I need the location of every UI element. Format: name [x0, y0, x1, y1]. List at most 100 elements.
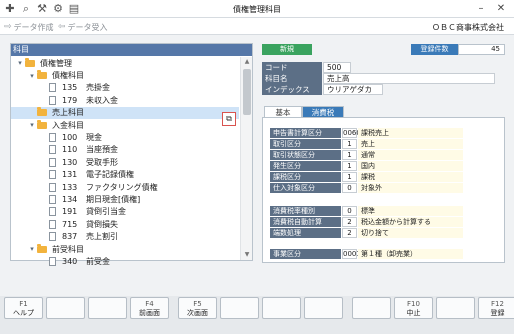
setting-code-field[interactable]: 1	[342, 161, 357, 171]
tree-item-code: 133	[62, 182, 78, 192]
tree-item-code: 130	[62, 157, 78, 167]
tab-basic[interactable]: 基本	[264, 106, 302, 117]
document-icon	[49, 170, 56, 180]
fkey-blank-button[interactable]	[220, 297, 259, 319]
tree-item-label: 売上科目	[52, 108, 84, 118]
close-icon[interactable]: ✕	[494, 2, 508, 16]
tree-header: 科目	[11, 44, 252, 56]
tree-item-label: 売掛金	[86, 83, 110, 93]
setting-label: 取引区分	[270, 139, 341, 149]
chevron-down-icon[interactable]: ▾	[27, 245, 37, 253]
setting-value: 課税	[358, 172, 463, 182]
fkey-label: ヘルプ	[13, 309, 34, 317]
tree-item[interactable]: 135 売掛金	[11, 82, 239, 94]
copy-icon[interactable]: ⧉	[222, 112, 236, 126]
tree-item[interactable]: 110 当座預金	[11, 144, 239, 156]
tree-item-code: 100	[62, 133, 78, 143]
setting-value: 標準	[358, 206, 463, 216]
tree-item[interactable]: 715 貸倒損失	[11, 218, 239, 230]
setting-code-field[interactable]: 0	[342, 183, 357, 193]
setting-label: 事業区分	[270, 249, 341, 259]
setting-value: 売上	[358, 139, 463, 149]
data-create-label: データ作成	[13, 22, 54, 32]
tree-folder[interactable]: ▾ 入金科目	[11, 119, 239, 131]
fkey-label: 登録	[490, 309, 505, 317]
company-name: ＯＢＣ商事株式会社	[432, 23, 504, 32]
tree-item-label: 未収入金	[86, 95, 118, 105]
data-create-button[interactable]: ⇨ データ作成	[4, 21, 54, 33]
tree-item-label: 前受金	[86, 256, 110, 266]
tree-folder[interactable]: 売上科目	[11, 106, 239, 119]
tree-item-code: 134	[62, 194, 78, 204]
title-bar: ✚ ⌕ ⚒ ⚙ ▤ 債権管理科目 – ✕	[0, 0, 514, 18]
tree-folder[interactable]: ▾ 債権管理	[11, 57, 239, 69]
tree-item[interactable]: 130 受取手形	[11, 156, 239, 168]
folder-icon	[25, 57, 35, 67]
data-import-label: データ受入	[67, 22, 108, 32]
tree-item[interactable]: 191 貸倒引当金	[11, 206, 239, 218]
setting-label: 発生区分	[270, 161, 341, 171]
fkey-blank-button[interactable]	[436, 297, 475, 319]
tree-item-code: 715	[62, 219, 78, 229]
import-icon: ⇦	[58, 22, 66, 32]
index-field[interactable]: ウリアゲダカ	[323, 84, 383, 95]
tree-folder[interactable]: ▾ 債権科目	[11, 69, 239, 81]
scroll-down-icon[interactable]: ▼	[243, 251, 251, 258]
setting-code-field[interactable]: 1	[342, 139, 357, 149]
chevron-down-icon[interactable]: ▾	[27, 121, 37, 129]
fkey-blank-button[interactable]	[88, 297, 127, 319]
fkey-f5-button[interactable]: F5 次画面	[178, 297, 217, 319]
data-import-button[interactable]: ⇦ データ受入	[58, 21, 108, 33]
code-field[interactable]: 500	[323, 62, 351, 73]
fkey-f10-button[interactable]: F10 中止	[394, 297, 433, 319]
tree-item-code: 135	[62, 83, 78, 93]
count-value: 45	[458, 44, 505, 55]
setting-code-field[interactable]: 2	[342, 228, 357, 238]
name-field[interactable]: 売上高	[323, 73, 495, 84]
setting-code-field[interactable]: 1	[342, 150, 357, 160]
fkey-blank-button[interactable]	[304, 297, 343, 319]
tree-item-label: 前受科目	[52, 244, 84, 254]
status-badge: 新規	[262, 44, 312, 55]
name-label: 科目名	[262, 73, 322, 84]
tab-tax[interactable]: 消費税	[302, 106, 344, 117]
setting-code-field[interactable]: 0060	[342, 128, 361, 138]
chevron-down-icon[interactable]: ▾	[15, 59, 25, 67]
tree-item[interactable]: 100 現金	[11, 131, 239, 143]
scroll-thumb[interactable]	[243, 69, 251, 115]
tree-item[interactable]: 340 前受金	[11, 255, 239, 267]
setting-label: 課税区分	[270, 172, 341, 182]
folder-icon	[37, 70, 47, 80]
tree-item[interactable]: 133 ファクタリング債権	[11, 181, 239, 193]
tree-item[interactable]: 179 未収入金	[11, 94, 239, 106]
fkey-number: F12	[491, 300, 504, 308]
chevron-down-icon[interactable]: ▾	[27, 72, 37, 80]
fkey-blank-button[interactable]	[262, 297, 301, 319]
scroll-up-icon[interactable]: ▲	[243, 58, 251, 65]
tree-item[interactable]: 131 電子記録債権	[11, 169, 239, 181]
tree-folder[interactable]: ▾ 前受科目	[11, 243, 239, 255]
setting-code-field[interactable]: 2	[342, 217, 357, 227]
document-icon	[49, 145, 56, 155]
tree-item-label: 貸倒引当金	[86, 207, 126, 217]
fkey-f12-button[interactable]: F12 登録	[478, 297, 514, 319]
action-bar: ⇨ データ作成 ⇦ データ受入 ＯＢＣ商事株式会社	[0, 18, 514, 35]
fkey-f1-button[interactable]: F1 ヘルプ	[4, 297, 43, 319]
minimize-icon[interactable]: –	[474, 2, 488, 16]
fkey-blank-button[interactable]	[352, 297, 391, 319]
tree-scrollbar[interactable]: ▲ ▼	[240, 57, 252, 260]
tree-item[interactable]: 837 売上割引	[11, 230, 239, 242]
create-icon: ⇨	[4, 22, 12, 32]
tree-item-label: 貸倒損失	[86, 219, 118, 229]
tree-item-code: 131	[62, 170, 78, 180]
code-label: コード	[262, 62, 322, 73]
setting-code-field[interactable]: 1	[342, 172, 357, 182]
setting-value: 税込金額から計算する	[358, 217, 463, 227]
fkey-f4-button[interactable]: F4 前画面	[130, 297, 169, 319]
setting-code-field[interactable]: 0	[342, 206, 357, 216]
setting-label: 取引状態区分	[270, 150, 341, 160]
tree-item[interactable]: 134 期日現金[債権]	[11, 193, 239, 205]
setting-code-field[interactable]: 0001	[342, 249, 361, 259]
fkey-blank-button[interactable]	[46, 297, 85, 319]
document-icon	[49, 256, 56, 266]
